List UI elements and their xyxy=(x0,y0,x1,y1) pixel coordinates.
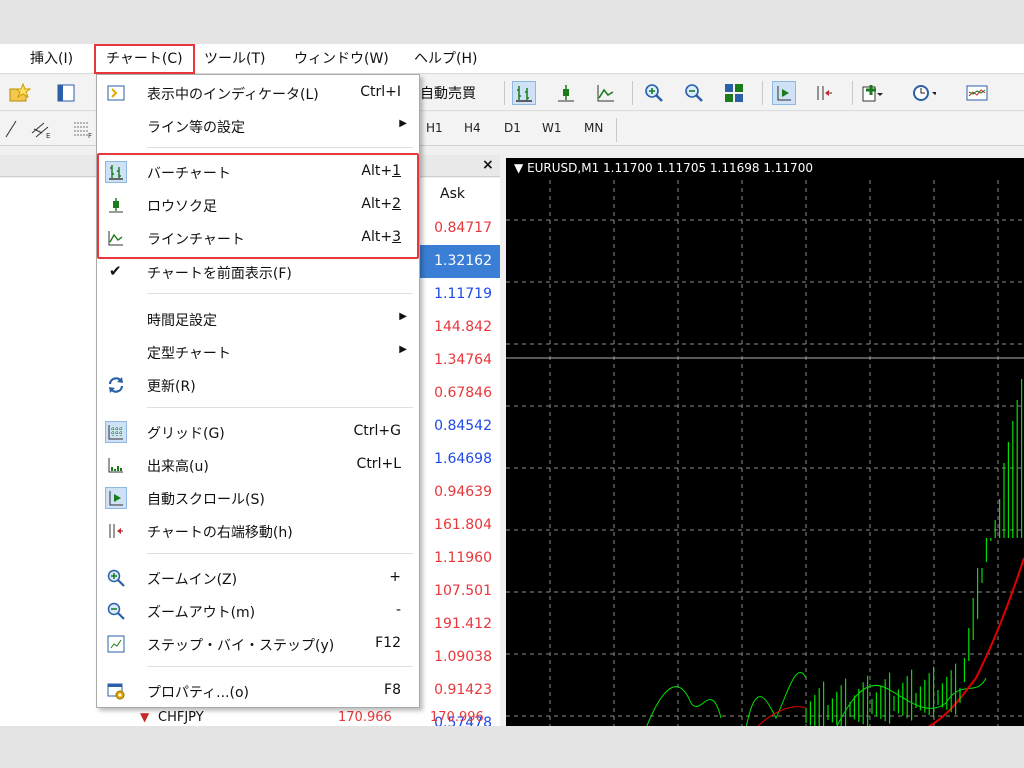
candlestick-icon xyxy=(105,194,127,216)
chart-canvas xyxy=(506,180,1024,726)
candlestick-icon[interactable] xyxy=(554,81,578,105)
ask-cell[interactable]: 144.842 xyxy=(420,311,500,344)
menu-tools[interactable]: ツール(T) xyxy=(196,48,273,70)
menu-chart[interactable]: チャート(C) xyxy=(94,44,195,74)
ask-column-header[interactable]: Ask xyxy=(440,186,465,202)
indicator-list-icon xyxy=(105,82,127,104)
ask-cell[interactable]: 0.91423 xyxy=(420,674,500,707)
fibonacci-icon[interactable]: F xyxy=(72,117,96,141)
auto-scroll-icon xyxy=(105,487,127,509)
bottom-margin xyxy=(0,726,1024,768)
navigator-icon[interactable] xyxy=(54,81,78,105)
timeframe-mn[interactable]: MN xyxy=(584,121,603,135)
bar-chart-icon xyxy=(105,161,127,183)
menu-item-foreground[interactable]: ✔ チャートを前面表示(F) xyxy=(97,256,419,289)
ask-cell[interactable]: 1.11719 xyxy=(420,278,500,311)
bid-cell: 170.966 xyxy=(338,710,392,725)
favorites-icon[interactable] xyxy=(8,81,32,105)
trendline-icon[interactable] xyxy=(0,117,24,141)
ask-cell[interactable]: 1.64698 xyxy=(420,443,500,476)
zoom-out-icon xyxy=(105,600,127,622)
menu-insert[interactable]: 挿入(I) xyxy=(22,48,81,70)
menu-item-auto-scroll[interactable]: 自動スクロール(S) xyxy=(97,482,419,515)
timeframe-w1[interactable]: W1 xyxy=(542,121,562,135)
chart-window[interactable]: ▼ EURUSD,M1 1.11700 1.11705 1.11698 1.11… xyxy=(506,158,1024,726)
ask-cell[interactable]: 0.67846 xyxy=(420,377,500,410)
tile-windows-icon[interactable] xyxy=(722,81,746,105)
ask-cell[interactable]: 161.804 xyxy=(420,509,500,542)
line-chart-icon[interactable] xyxy=(594,81,618,105)
down-arrow-icon: ▼ xyxy=(140,710,150,724)
ask-cell[interactable]: 1.09038 xyxy=(420,641,500,674)
ask-cell[interactable]: 0.94639 xyxy=(420,476,500,509)
menu-item-line-settings[interactable]: ライン等の設定 ▶ xyxy=(97,110,419,143)
menu-item-chart-shift[interactable]: チャートの右端移動(h) xyxy=(97,515,419,548)
ask-cell: 170.996 xyxy=(430,710,484,725)
menu-item-periodicity[interactable]: 時間足設定 ▶ xyxy=(97,303,419,336)
submenu-arrow-icon: ▶ xyxy=(399,344,407,355)
ask-cell[interactable]: 107.501 xyxy=(420,575,500,608)
menu-item-zoom-out[interactable]: ズームアウト(m) - xyxy=(97,595,419,628)
menu-item-indicators-list[interactable]: 表示中のインディケータ(L) Ctrl+I xyxy=(97,77,419,110)
indicators-icon[interactable] xyxy=(860,81,884,105)
zoom-out-icon[interactable] xyxy=(682,81,706,105)
menu-item-grid[interactable]: グリッド(G) Ctrl+G xyxy=(97,416,419,449)
menu-item-step-by-step[interactable]: ステップ・バイ・ステップ(y) F12 xyxy=(97,628,419,661)
menu-help[interactable]: ヘルプ(H) xyxy=(406,48,485,70)
series-line xyxy=(745,672,807,726)
app-window: 挿入(I) チャート(C) ツール(T) ウィンドウ(W) ヘルプ(H) 自動売… xyxy=(0,44,1024,726)
step-by-step-icon xyxy=(105,633,127,655)
bar-chart-icon[interactable] xyxy=(512,81,536,105)
svg-text:F: F xyxy=(88,132,92,139)
auto-scroll-icon[interactable] xyxy=(772,81,796,105)
menu-item-properties[interactable]: プロパティ...(o) F8 xyxy=(97,675,419,708)
timeframe-d1[interactable]: D1 xyxy=(504,121,521,135)
timeframe-h4[interactable]: H4 xyxy=(464,121,481,135)
line-chart-icon xyxy=(105,227,127,249)
ask-cell[interactable]: 0.84717 xyxy=(420,212,500,245)
series-line xyxy=(927,557,1024,726)
menu-item-zoom-in[interactable]: ズームイン(Z) + xyxy=(97,562,419,595)
periods-icon[interactable] xyxy=(912,81,936,105)
menu-item-bar-chart[interactable]: バーチャート Alt+1 xyxy=(97,156,419,189)
chart-menu-dropdown: 表示中のインディケータ(L) Ctrl+I ライン等の設定 ▶ バーチャート A… xyxy=(96,74,420,708)
zoom-in-icon xyxy=(105,567,127,589)
equidistant-channel-icon[interactable]: E xyxy=(30,117,54,141)
properties-icon xyxy=(105,680,127,702)
ask-cell[interactable]: 0.84542 xyxy=(420,410,500,443)
table-row[interactable]: ▼ CHFJPY 170.966 170.996 xyxy=(140,710,500,726)
chart-shift-icon[interactable] xyxy=(812,81,836,105)
menubar: 挿入(I) チャート(C) ツール(T) ウィンドウ(W) ヘルプ(H) xyxy=(0,44,1024,74)
ask-cell[interactable]: 1.34764 xyxy=(420,344,500,377)
symbol-cell: CHFJPY xyxy=(158,710,204,725)
menu-item-template[interactable]: 定型チャート ▶ xyxy=(97,336,419,369)
ask-column: 0.84717 1.32162 1.11719 144.842 1.34764 0.678… xyxy=(420,212,500,726)
templates-icon[interactable] xyxy=(966,81,990,105)
menu-item-line-chart[interactable]: ラインチャート Alt+3 xyxy=(97,222,419,255)
checkmark-icon: ✔ xyxy=(109,262,122,280)
chart-shift-icon xyxy=(105,520,127,542)
submenu-arrow-icon: ▶ xyxy=(399,311,407,322)
ask-cell[interactable]: 1.32162 xyxy=(420,245,500,278)
ask-cell[interactable]: 191.412 xyxy=(420,608,500,641)
ask-cell[interactable]: 1.11960 xyxy=(420,542,500,575)
timeframe-h1[interactable]: H1 xyxy=(426,121,443,135)
volumes-icon xyxy=(105,454,127,476)
menu-item-candlestick[interactable]: ロウソク足 Alt+2 xyxy=(97,189,419,222)
grid-icon xyxy=(105,421,127,443)
refresh-icon xyxy=(105,374,127,396)
submenu-arrow-icon: ▶ xyxy=(399,118,407,129)
auto-trade-button[interactable]: 自動売買 xyxy=(420,83,476,103)
close-icon[interactable]: × xyxy=(482,157,494,173)
menu-item-refresh[interactable]: 更新(R) xyxy=(97,369,419,402)
series-line xyxy=(646,686,722,726)
zoom-in-icon[interactable] xyxy=(642,81,666,105)
menu-item-volumes[interactable]: 出来高(u) Ctrl+L xyxy=(97,449,419,482)
svg-text:E: E xyxy=(46,132,50,139)
menu-window[interactable]: ウィンドウ(W) xyxy=(286,48,397,70)
